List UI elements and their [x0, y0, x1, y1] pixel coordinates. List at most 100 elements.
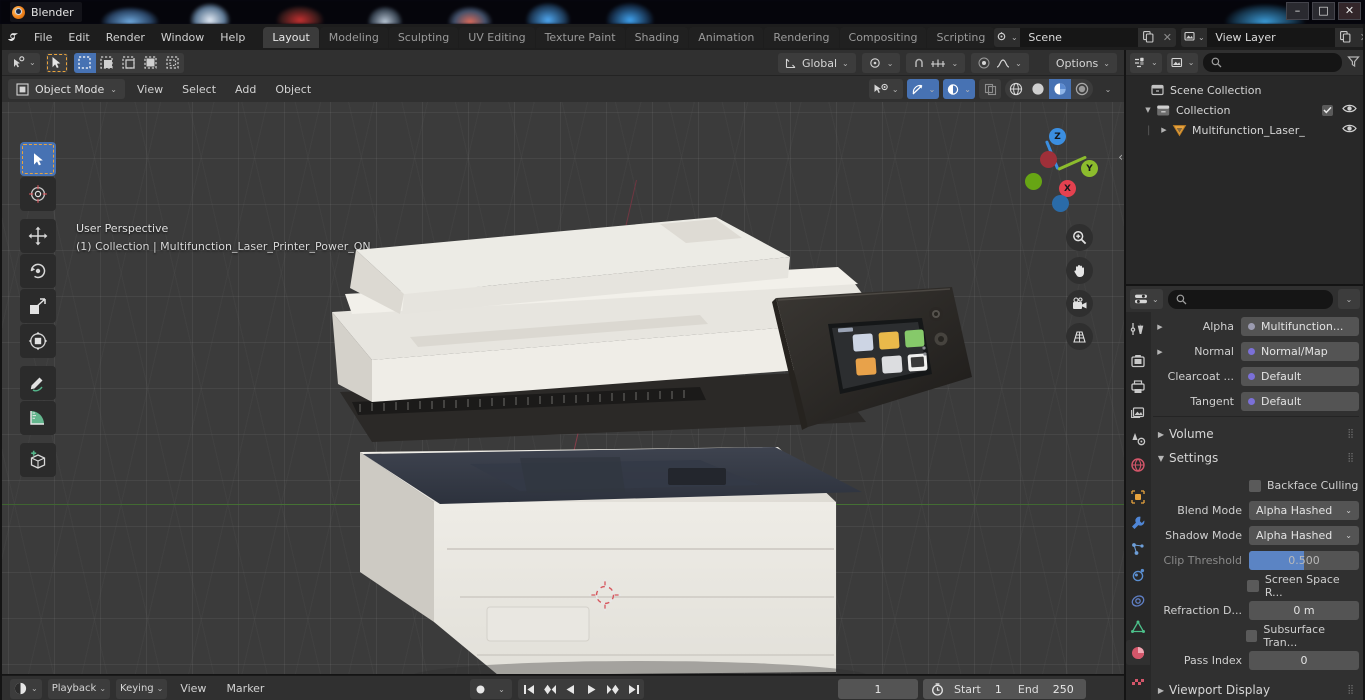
shading-material-preview-icon[interactable] [1049, 79, 1071, 99]
select-mode-group[interactable] [73, 52, 184, 73]
play-icon[interactable] [581, 679, 602, 699]
current-frame-field[interactable]: 1 [838, 679, 918, 699]
pivot-point-dropdown[interactable]: ⌄ [861, 53, 901, 73]
prev-keyframe-icon[interactable] [539, 679, 560, 699]
prop-field-blend-mode[interactable]: Alpha Hashed ⌄ [1249, 501, 1359, 520]
tab-texture-properties-icon[interactable] [1126, 666, 1150, 691]
window-controls[interactable]: – □ ✕ [1286, 2, 1361, 20]
unlink-scene-icon[interactable]: ✕ [1158, 27, 1177, 47]
timeline-editor-type-icon[interactable]: ⌄ [10, 678, 42, 699]
prop-row-blend-mode[interactable]: Blend Mode Alpha Hashed ⌄ [1153, 500, 1359, 521]
menu-file[interactable]: File [26, 28, 60, 47]
auto-keyframe-group[interactable]: ⌄ [470, 679, 512, 699]
transform-tool-icon[interactable] [20, 324, 56, 358]
viewport-nav-buttons[interactable] [1066, 224, 1093, 350]
collection-checkbox[interactable] [1322, 104, 1333, 116]
select-set-icon[interactable] [73, 52, 96, 73]
viewport-toolbar[interactable] [20, 142, 56, 477]
tab-physics-properties-icon[interactable] [1126, 562, 1150, 587]
scene-selector[interactable]: ⌄ Scene ✕ [994, 27, 1177, 47]
toggle-perspective-icon[interactable] [1066, 323, 1093, 350]
properties-search-input[interactable] [1167, 289, 1333, 309]
disclosure-triangle[interactable]: ▼ [1141, 106, 1155, 114]
tab-shading[interactable]: Shading [625, 26, 689, 48]
outliner-row-scene-collection[interactable]: Scene Collection [1125, 80, 1365, 100]
prop-row-backface-culling[interactable]: Backface Culling [1153, 475, 1359, 496]
section-volume[interactable]: ▶ Volume ⣿ [1153, 422, 1359, 446]
3d-viewport[interactable]: User Perspective (1) Collection | Multif… [0, 102, 1125, 675]
viewport-menu-view[interactable]: View [130, 80, 170, 99]
prop-row-screen-space-refraction[interactable]: Screen Space R... [1153, 573, 1359, 599]
annotate-tool-icon[interactable] [20, 366, 56, 400]
tab-scripting[interactable]: Scripting [927, 26, 995, 48]
tweak-select-tool-icon[interactable] [20, 142, 56, 176]
gizmo-axis-z[interactable]: Z [1049, 128, 1066, 145]
tab-render-properties-icon[interactable] [1126, 348, 1150, 373]
use-preview-range-icon[interactable] [923, 682, 944, 696]
view-layer-name[interactable]: View Layer [1207, 27, 1336, 47]
section-settings[interactable]: ▼ Settings ⣿ [1153, 446, 1359, 470]
blender-menu-icon[interactable] [6, 28, 22, 46]
prop-row-normal[interactable]: ▶ Normal Normal/Map [1153, 341, 1359, 362]
object-types-visibility-icon[interactable]: ⌄ [868, 79, 903, 99]
eye-icon[interactable] [1342, 123, 1357, 137]
start-frame-value[interactable]: 1 [981, 683, 1014, 696]
backface-culling-checkbox[interactable] [1249, 479, 1261, 492]
new-scene-icon[interactable] [1138, 27, 1159, 47]
next-keyframe-icon[interactable] [602, 679, 623, 699]
jump-end-icon[interactable] [623, 679, 644, 699]
disclosure-triangle[interactable]: ▶ [1153, 323, 1167, 331]
object-mode-dropdown[interactable]: Object Mode ⌄ [8, 79, 125, 99]
disclosure-triangle[interactable]: ▶ [1153, 348, 1167, 356]
prop-field-tangent[interactable]: Default [1241, 392, 1359, 411]
tab-material-properties-icon[interactable] [1126, 640, 1150, 665]
properties-editor[interactable]: ▶ Alpha Multifunction... ▶ Normal Normal… [1125, 312, 1365, 700]
shading-wireframe-icon[interactable] [1005, 79, 1027, 99]
prop-row-tangent[interactable]: Tangent Default [1153, 391, 1359, 412]
sidebar-collapse-icon[interactable]: ‹ [1118, 150, 1123, 164]
timeline-menu-playback[interactable]: Playback ⌄ [47, 678, 111, 699]
cursor-tool-icon[interactable] [20, 177, 56, 211]
tab-view-layer-properties-icon[interactable] [1126, 400, 1150, 425]
outliner-row-object[interactable]: | ▶ Multifunction_Laser_ [1125, 120, 1365, 140]
prop-row-pass-index[interactable]: Pass Index 0 [1153, 650, 1359, 671]
options-dropdown[interactable]: Options ⌄ [1048, 53, 1117, 73]
disclosure-triangle[interactable]: ▼ [1153, 454, 1169, 463]
select-intersect-icon[interactable] [161, 52, 184, 73]
editor-separator-vertical[interactable] [1124, 50, 1126, 700]
outliner-row-toggles[interactable] [1322, 103, 1357, 117]
disclosure-triangle[interactable]: ▶ [1157, 126, 1171, 134]
select-subtract-icon[interactable] [117, 52, 140, 73]
active-tool-icon[interactable]: ⌄ [8, 52, 40, 73]
tab-particle-properties-icon[interactable] [1126, 536, 1150, 561]
toggle-xray-icon[interactable] [979, 79, 1001, 99]
rotate-tool-icon[interactable] [20, 254, 56, 288]
navigation-gizmo[interactable]: Z Y X [1021, 128, 1098, 212]
prop-row-clip-threshold[interactable]: Clip Threshold 0.500 [1153, 550, 1359, 571]
section-viewport-display[interactable]: ▶ Viewport Display ⣿ [1153, 678, 1359, 700]
outliner-display-mode-icon[interactable]: ⌄ [1130, 52, 1162, 73]
add-cube-tool-icon[interactable] [20, 443, 56, 477]
tab-object-properties-icon[interactable] [1126, 484, 1150, 509]
prop-row-alpha[interactable]: ▶ Alpha Multifunction... [1153, 316, 1359, 337]
show-gizmo-icon[interactable]: ⌄ [906, 79, 940, 99]
frame-range-group[interactable]: Start 1 End 250 [923, 679, 1086, 699]
menu-edit[interactable]: Edit [60, 28, 97, 47]
tab-modeling[interactable]: Modeling [319, 26, 388, 48]
transform-orientation-dropdown[interactable]: Global ⌄ [777, 53, 856, 73]
jump-start-icon[interactable] [518, 679, 539, 699]
prop-field-shadow-mode[interactable]: Alpha Hashed ⌄ [1249, 526, 1359, 545]
prop-row-shadow-mode[interactable]: Shadow Mode Alpha Hashed ⌄ [1153, 525, 1359, 546]
zoom-icon[interactable] [1066, 224, 1093, 251]
gizmo-axis-neg-y[interactable] [1025, 173, 1042, 190]
shading-options-chevron-icon[interactable]: ⌄ [1097, 79, 1119, 99]
prop-slider-clip-threshold[interactable]: 0.500 [1249, 551, 1359, 570]
select-extend-icon[interactable] [95, 52, 118, 73]
filter-funnel-icon[interactable] [1347, 53, 1360, 72]
end-frame-value[interactable]: 250 [1039, 683, 1086, 696]
outliner-search-input[interactable] [1203, 53, 1342, 72]
editor-separator-horizontal[interactable] [0, 674, 1125, 675]
tab-uv-editing[interactable]: UV Editing [459, 26, 535, 48]
tab-scene-properties-icon[interactable] [1126, 426, 1150, 451]
tab-sculpting[interactable]: Sculpting [388, 26, 459, 48]
